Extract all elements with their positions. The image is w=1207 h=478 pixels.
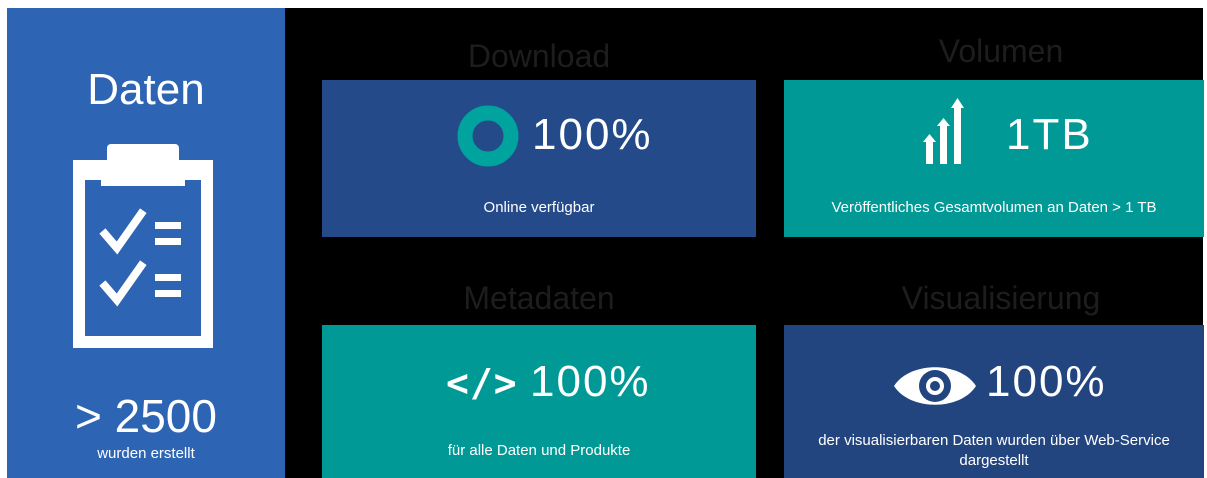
visualisierung-section-title: Visualisierung	[901, 280, 1101, 316]
visualisierung-value: 100%	[986, 357, 1107, 406]
volumen-description: Veröffentliches Gesamtvolumen an Daten >…	[831, 199, 1157, 216]
volumen-value: 1TB	[1006, 110, 1093, 159]
bar-growth-arrows-icon	[923, 98, 964, 164]
visualisierung-card: 100% der visualisierbaren Daten wurden ü…	[784, 325, 1204, 478]
code-brackets-icon: </>	[446, 361, 518, 405]
clipboard-checklist-icon	[73, 144, 213, 348]
metadaten-card: </> 100% für alle Daten und Produkte	[322, 325, 756, 478]
download-section-title: Download	[467, 38, 611, 74]
daten-title: Daten	[87, 65, 205, 114]
volumen-section-title: Volumen	[938, 33, 1064, 69]
daten-subtitle: wurden erstellt	[97, 445, 195, 462]
download-description: Online verfügbar	[483, 199, 595, 216]
daten-panel: Daten > 2500 wurden erstellt	[7, 8, 285, 478]
eye-icon	[894, 367, 976, 405]
download-card: 100% Online verfügbar	[322, 80, 756, 237]
metadaten-description: für alle Daten und Produkte	[447, 442, 631, 459]
volumen-card: 1TB Veröffentliches Gesamtvolumen an Dat…	[784, 80, 1204, 237]
visualisierung-description-line2: dargestellt	[959, 452, 1029, 469]
metadaten-section-title: Metadaten	[463, 280, 615, 316]
donut-ring-icon	[457, 105, 519, 167]
metadaten-value: 100%	[530, 357, 651, 406]
daten-count: > 2500	[75, 390, 217, 442]
download-value: 100%	[532, 110, 653, 159]
visualisierung-description-line1: der visualisierbaren Daten wurden über W…	[818, 432, 1170, 449]
